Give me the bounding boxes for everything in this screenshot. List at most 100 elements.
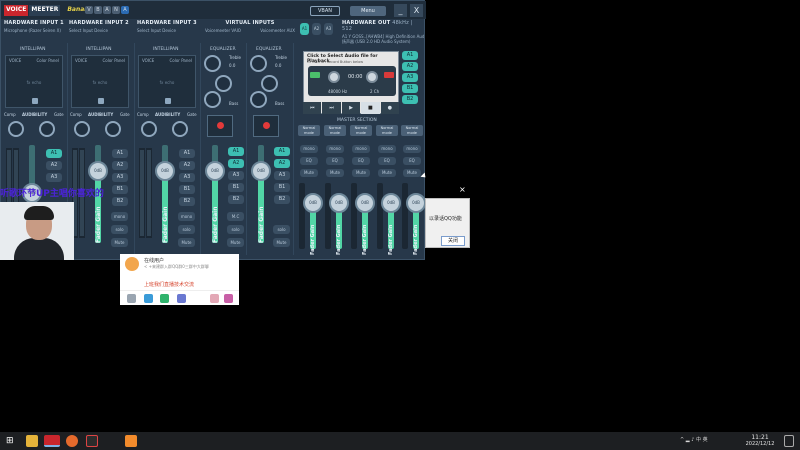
mute-button[interactable]: Mute bbox=[326, 169, 344, 177]
stop-button[interactable]: ■ bbox=[361, 102, 380, 114]
intellipan-pad[interactable]: VOICE Color Panel fx echo bbox=[138, 55, 196, 108]
play-button[interactable]: ▶ bbox=[341, 102, 361, 114]
intellipan-cursor[interactable] bbox=[165, 98, 171, 104]
eq-button[interactable]: EQ bbox=[326, 157, 344, 165]
bus-b1-button[interactable]: B1 bbox=[228, 183, 244, 192]
master-fader-knob[interactable]: 0dB bbox=[381, 193, 401, 213]
gate-knob[interactable] bbox=[172, 121, 188, 137]
bus-a2-button[interactable]: A2 bbox=[112, 161, 128, 170]
bus-b2-button[interactable]: B2 bbox=[228, 195, 244, 204]
mono-button[interactable]: mono bbox=[111, 212, 128, 221]
aux-panel[interactable] bbox=[253, 115, 279, 137]
system-tray[interactable]: ^ ▂ ♪ 中 英 bbox=[680, 436, 708, 443]
hwout-a1-select[interactable]: A1 bbox=[300, 23, 309, 35]
popup-close-button[interactable]: 关闭 bbox=[441, 236, 465, 246]
bus-a2-button[interactable]: A2 bbox=[228, 159, 244, 168]
vaio-panel[interactable] bbox=[207, 115, 233, 137]
gate-knob[interactable] bbox=[39, 121, 55, 137]
master-fader-knob[interactable]: 0dB bbox=[406, 193, 426, 213]
bus-mode-button[interactable]: Normal mode bbox=[298, 125, 320, 136]
bus-a1-button[interactable]: A1 bbox=[274, 147, 290, 156]
output-b1-button[interactable]: B1 bbox=[402, 84, 418, 93]
hardware-input-2-header[interactable]: HARDWARE INPUT 2 Select Input Device bbox=[69, 20, 134, 42]
mid-knob[interactable] bbox=[215, 75, 232, 92]
mono-button[interactable]: mono bbox=[300, 145, 318, 153]
solo-button[interactable]: solo bbox=[273, 225, 290, 234]
bus-mode-button[interactable]: Normal mode bbox=[376, 125, 398, 136]
fader-gain-knob[interactable]: 0dB bbox=[205, 161, 225, 181]
solo-button[interactable]: solo bbox=[111, 225, 128, 234]
mute-button[interactable]: Mute bbox=[111, 238, 128, 247]
hwout-a3-select[interactable]: A3 bbox=[324, 23, 333, 35]
bus-mode-button[interactable]: Normal mode bbox=[401, 125, 423, 136]
menu-icon[interactable] bbox=[127, 294, 136, 303]
bus-a2-button[interactable]: A2 bbox=[179, 161, 195, 170]
comp-knob[interactable] bbox=[8, 121, 24, 137]
bus-b2-button[interactable]: B2 bbox=[112, 197, 128, 206]
bus-a1-button[interactable]: A1 bbox=[46, 149, 62, 158]
system-clock[interactable]: 11:21 2022/12/12 bbox=[742, 434, 778, 447]
space-icon[interactable] bbox=[177, 294, 186, 303]
fader-gain-knob[interactable]: 0dB bbox=[251, 161, 271, 181]
bus-b1-button[interactable]: B1 bbox=[179, 185, 195, 194]
close-button[interactable]: X bbox=[410, 4, 423, 17]
mute-button[interactable]: Mute bbox=[300, 169, 318, 177]
mute-button[interactable]: Mute bbox=[273, 238, 290, 247]
mono-button[interactable]: mono bbox=[178, 212, 195, 221]
bus-a3-button[interactable]: A3 bbox=[228, 171, 244, 180]
bus-b1-button[interactable]: B1 bbox=[274, 183, 290, 192]
mute-button[interactable]: Mute bbox=[378, 169, 396, 177]
bus-a3-button[interactable]: A3 bbox=[112, 173, 128, 182]
mono-button[interactable]: mono bbox=[403, 145, 421, 153]
treble-knob[interactable] bbox=[204, 55, 221, 72]
bus-a1-button[interactable]: A1 bbox=[228, 147, 244, 156]
mute-button[interactable]: Mute bbox=[227, 238, 244, 247]
treble-knob[interactable] bbox=[250, 55, 267, 72]
bass-knob[interactable] bbox=[204, 91, 221, 108]
forward-button[interactable]: ⏭ bbox=[322, 102, 341, 114]
bus-a3-button[interactable]: A3 bbox=[274, 171, 290, 180]
hardware-input-1-header[interactable]: HARDWARE INPUT 1 Microphone (Razer Seire… bbox=[4, 20, 69, 42]
menu-button[interactable]: Menu bbox=[350, 6, 386, 16]
intellipan-cursor[interactable] bbox=[98, 98, 104, 104]
eq-button[interactable]: EQ bbox=[352, 157, 370, 165]
popup-close-icon[interactable]: × bbox=[459, 185, 466, 194]
output-a2-button[interactable]: A2 bbox=[402, 62, 418, 71]
notification-icon[interactable] bbox=[784, 435, 794, 447]
comp-knob[interactable] bbox=[141, 121, 157, 137]
eq-button[interactable]: EQ bbox=[378, 157, 396, 165]
hardware-input-3-header[interactable]: HARDWARE INPUT 3 Select Input Device bbox=[137, 20, 202, 42]
app-icon[interactable] bbox=[86, 435, 98, 447]
eq-button[interactable]: EQ bbox=[403, 157, 421, 165]
record-button[interactable]: ● bbox=[380, 102, 400, 114]
minimize-button[interactable]: _ bbox=[394, 4, 407, 17]
bus-a2-button[interactable]: A2 bbox=[46, 161, 62, 170]
bus-a3-button[interactable]: A3 bbox=[179, 173, 195, 182]
eq-button[interactable]: EQ bbox=[300, 157, 318, 165]
mid-knob[interactable] bbox=[261, 75, 278, 92]
mono-button[interactable]: mono bbox=[326, 145, 344, 153]
intellipan-pad[interactable]: VOICE Color Panel fx echo bbox=[5, 55, 63, 108]
mono-button[interactable]: mono bbox=[352, 145, 370, 153]
bus-a1-button[interactable]: A1 bbox=[112, 149, 128, 158]
hwout-a2-select[interactable]: A2 bbox=[312, 23, 321, 35]
gate-knob[interactable] bbox=[105, 121, 121, 137]
bus-a3-button[interactable]: A3 bbox=[46, 173, 62, 182]
comp-knob[interactable] bbox=[74, 121, 90, 137]
mute-button[interactable]: Mute bbox=[352, 169, 370, 177]
chat-message[interactable]: < +来建群入群QQ群0三群中大群聊 bbox=[144, 264, 209, 270]
qq-icon[interactable] bbox=[125, 435, 137, 447]
mono-button[interactable]: mono bbox=[378, 145, 396, 153]
intellipan-pad[interactable]: VOICE Color Panel fx echo bbox=[71, 55, 129, 108]
output-a1-button[interactable]: A1 bbox=[402, 51, 418, 60]
bus-b2-button[interactable]: B2 bbox=[274, 195, 290, 204]
bus-a1-button[interactable]: A1 bbox=[179, 149, 195, 158]
rewind-button[interactable]: ⏮ bbox=[303, 102, 322, 114]
start-button[interactable]: ⊞ bbox=[6, 435, 18, 447]
master-fader-knob[interactable]: 0dB bbox=[355, 193, 375, 213]
bus-a2-button[interactable]: A2 bbox=[274, 159, 290, 168]
output-b2-button[interactable]: B2 bbox=[402, 95, 418, 104]
fader-gain-knob[interactable]: 0dB bbox=[155, 161, 175, 181]
mute-button[interactable]: Mute bbox=[178, 238, 195, 247]
bus-b2-button[interactable]: B2 bbox=[179, 197, 195, 206]
